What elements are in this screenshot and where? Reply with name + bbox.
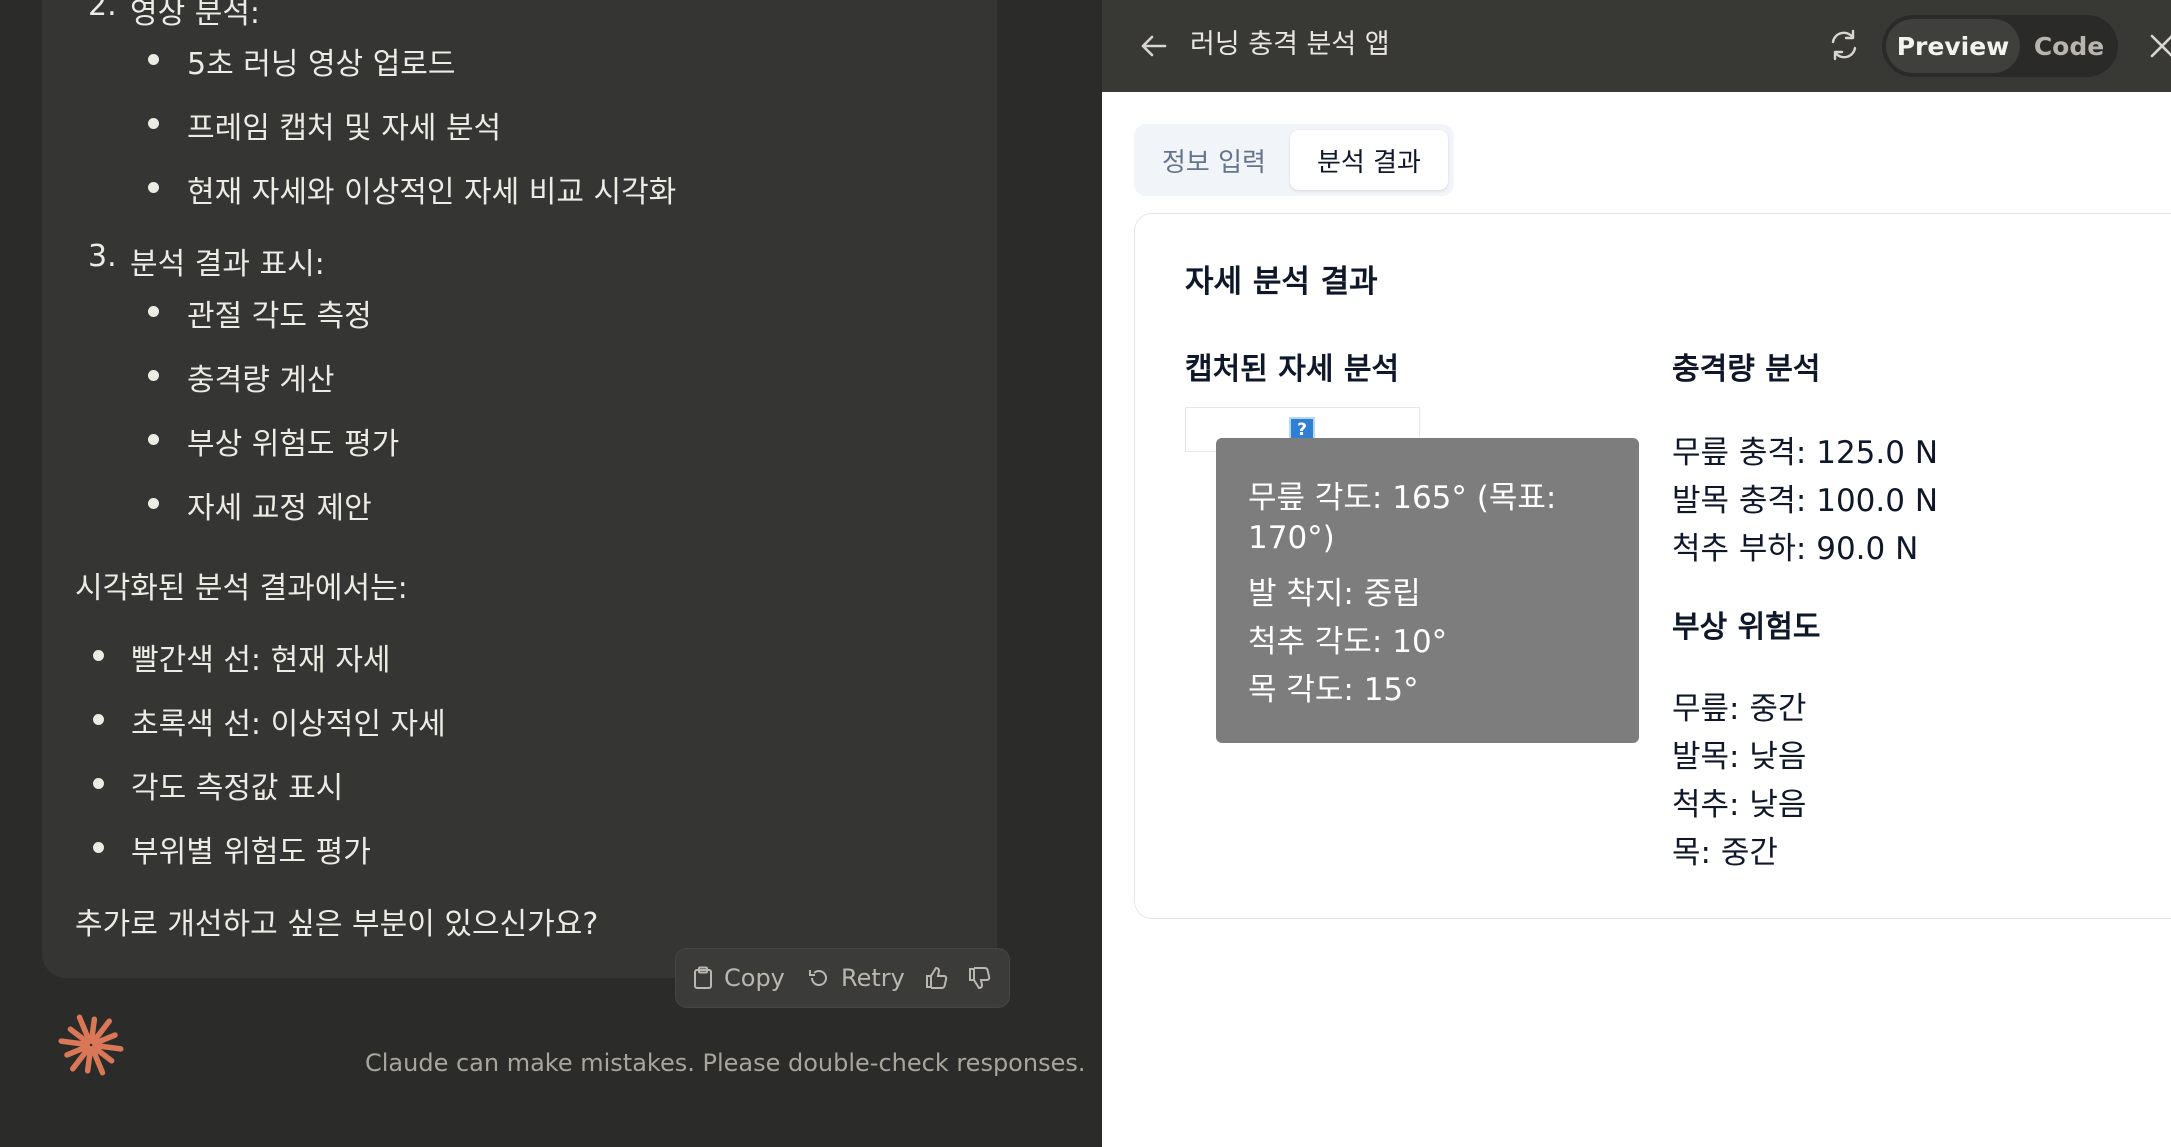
overlay-line: 척추 각도: 10° — [1248, 624, 1448, 660]
risk-value: 발목: 낮음 — [1672, 739, 1807, 775]
refresh-icon[interactable] — [1824, 25, 1864, 65]
code-toggle-button[interactable]: Code — [2024, 19, 2114, 73]
overlay-line: 발 착지: 중립 — [1248, 576, 1421, 612]
thumbs-up-icon — [926, 966, 948, 989]
overlay-line: 170°) — [1248, 520, 1335, 556]
artifact-header: 러닝 충격 분석 앱 Preview Code — [1102, 0, 2171, 92]
impact-value: 무릎 충격: 125.0 N — [1672, 435, 1939, 471]
copy-button[interactable]: Copy — [692, 949, 785, 1007]
chat-pane: 2. 영상 분석: 5초 러닝 영상 업로드 프레임 캡처 및 자세 분석 현재… — [0, 0, 1102, 1147]
thumbs-down-icon — [969, 967, 991, 990]
overlay-line: 무릎 각도: 165° (목표: — [1248, 480, 1557, 516]
copy-label: Copy — [724, 964, 785, 992]
impact-value: 발목 충격: 100.0 N — [1672, 483, 1939, 519]
disclaimer: Claude can make mistakes. Please double-… — [365, 1049, 1086, 1077]
impact-value: 척추 부하: 90.0 N — [1672, 531, 1919, 567]
follow-up-question: 추가로 개선하고 싶은 부분이 있으신가요? — [75, 907, 599, 942]
close-icon[interactable] — [2142, 26, 2171, 66]
list-number: 3. — [88, 239, 117, 274]
risk-value: 무릎: 중간 — [1672, 691, 1807, 727]
captured-pose-heading: 캡처된 자세 분석 — [1185, 352, 1400, 387]
pose-metrics-overlay: 무릎 각도: 165° (목표: 170°) 발 착지: 중립 척추 각도: 1… — [1216, 438, 1639, 743]
message-actions: Copy Retry — [675, 948, 1010, 1008]
list-label: 분석 결과 표시: — [130, 247, 325, 282]
thumbs-up-button[interactable] — [924, 949, 950, 1007]
retry-label: Retry — [841, 964, 905, 992]
retry-button[interactable]: Retry — [807, 949, 905, 1007]
view-toggle: Preview Code — [1882, 15, 2118, 77]
overlay-line: 목 각도: 15° — [1248, 672, 1419, 708]
artifact-title: 러닝 충격 분석 앱 — [1190, 29, 1390, 60]
impact-heading: 충격량 분석 — [1672, 352, 1821, 387]
result-card: 자세 분석 결과 캡처된 자세 분석 ? 무릎 각도: 165° (목표: 17… — [1134, 213, 2171, 919]
artifact-panel: 러닝 충격 분석 앱 Preview Code 정보 입력 분석 결과 자세 분… — [1102, 0, 2171, 1147]
risk-value: 척추: 낮음 — [1672, 787, 1807, 823]
tab-info-input[interactable]: 정보 입력 — [1140, 130, 1288, 190]
list-number: 2. — [88, 0, 117, 23]
card-title: 자세 분석 결과 — [1185, 264, 1378, 300]
preview-toggle-button[interactable]: Preview — [1886, 19, 2020, 73]
back-arrow-icon[interactable] — [1135, 27, 1173, 65]
tab-list: 정보 입력 분석 결과 — [1134, 124, 1454, 196]
claude-logo-icon — [58, 1014, 124, 1076]
retry-icon — [809, 970, 827, 986]
tab-analysis-result[interactable]: 분석 결과 — [1290, 130, 1448, 190]
list-label: 영상 분석: — [130, 0, 261, 31]
risk-value: 목: 중간 — [1672, 835, 1778, 871]
viz-intro: 시각화된 분석 결과에서는: — [75, 571, 408, 606]
assistant-message: 2. 영상 분석: 5초 러닝 영상 업로드 프레임 캡처 및 자세 분석 현재… — [42, 0, 997, 978]
injury-risk-heading: 부상 위험도 — [1672, 610, 1821, 645]
clipboard-icon — [694, 966, 712, 989]
thumbs-down-button[interactable] — [967, 949, 993, 1007]
